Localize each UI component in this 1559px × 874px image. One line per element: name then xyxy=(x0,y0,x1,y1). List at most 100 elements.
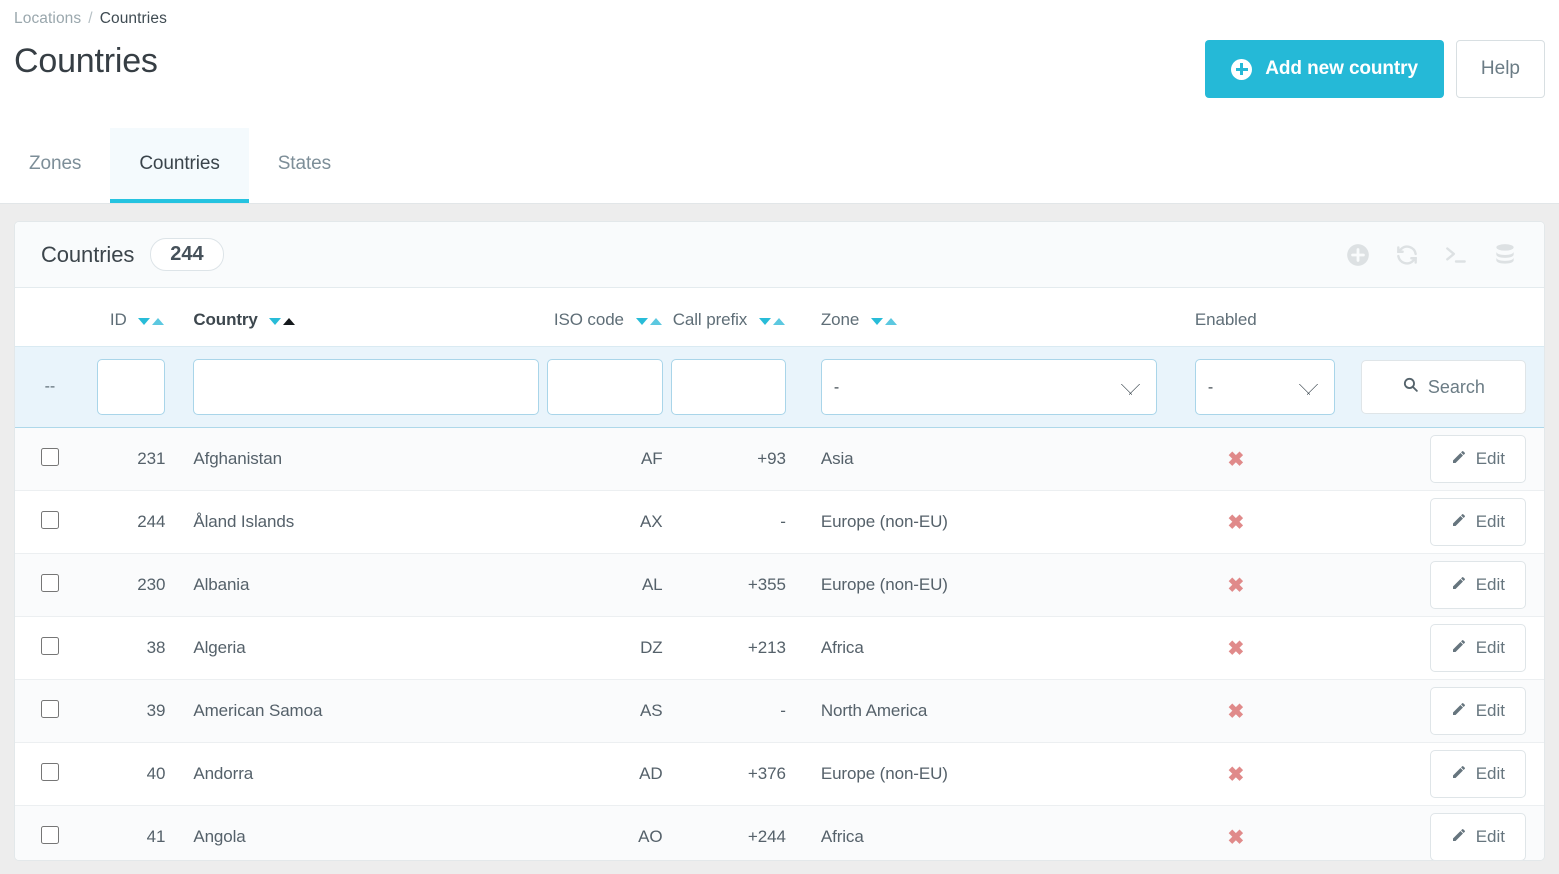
table-row[interactable]: 38 Algeria DZ +213 Africa ✖ Edit xyxy=(15,616,1544,680)
record-count-badge: 244 xyxy=(150,238,224,271)
row-id: 41 xyxy=(84,805,178,860)
filter-bulk-cell: -- xyxy=(15,346,85,428)
pencil-icon xyxy=(1451,827,1467,848)
filter-enabled-select[interactable]: - xyxy=(1194,359,1335,415)
th-zone[interactable]: Zone xyxy=(793,288,1169,347)
row-actions-cell: Edit xyxy=(1348,490,1544,554)
filter-iso-input[interactable] xyxy=(547,359,663,415)
row-select-cell xyxy=(15,805,85,860)
table-row[interactable]: 39 American Samoa AS - North America ✖ E… xyxy=(15,679,1544,743)
row-id: 244 xyxy=(84,490,178,554)
row-zone: Africa xyxy=(793,805,1169,860)
th-zone-label: Zone xyxy=(820,310,860,329)
edit-button-label: Edit xyxy=(1475,764,1505,783)
edit-button[interactable]: Edit xyxy=(1429,435,1526,483)
filter-prefix-input[interactable] xyxy=(670,359,786,415)
sort-arrows-id[interactable] xyxy=(137,310,165,330)
add-row-icon[interactable] xyxy=(1345,242,1371,268)
filter-zone-cell: - xyxy=(793,346,1169,428)
th-country[interactable]: Country xyxy=(177,288,548,347)
database-icon[interactable] xyxy=(1492,242,1518,268)
table-row[interactable]: 40 Andorra AD +376 Europe (non-EU) ✖ Edi… xyxy=(15,742,1544,806)
x-mark-icon: ✖ xyxy=(1227,763,1245,786)
refresh-icon[interactable] xyxy=(1394,242,1420,268)
sort-arrows-country[interactable] xyxy=(268,310,296,330)
row-checkbox[interactable] xyxy=(40,762,59,781)
sort-desc-icon[interactable] xyxy=(635,318,648,325)
sort-asc-icon[interactable] xyxy=(649,318,662,325)
table-row[interactable]: 231 Afghanistan AF +93 Asia ✖ Edit xyxy=(15,427,1544,491)
add-new-country-button[interactable]: Add new country xyxy=(1205,40,1444,98)
row-country: Angola xyxy=(177,805,548,860)
table-row[interactable]: 244 Åland Islands AX - Europe (non-EU) ✖… xyxy=(15,490,1544,554)
tab-zones[interactable]: Zones xyxy=(0,128,110,203)
row-id: 230 xyxy=(84,553,178,617)
sort-desc-icon[interactable] xyxy=(138,318,151,325)
th-call-prefix[interactable]: Call prefix xyxy=(670,288,794,347)
row-checkbox[interactable] xyxy=(40,825,59,844)
row-country: Afghanistan xyxy=(177,427,548,491)
sort-asc-icon[interactable] xyxy=(884,318,897,325)
edit-button[interactable]: Edit xyxy=(1429,813,1526,860)
sort-desc-icon[interactable] xyxy=(269,318,282,325)
edit-button[interactable]: Edit xyxy=(1429,687,1526,735)
row-enabled-cell[interactable]: ✖ xyxy=(1168,490,1349,554)
x-mark-icon: ✖ xyxy=(1227,700,1245,723)
page-header: Locations / Countries Countries Add new co… xyxy=(0,0,1559,128)
sort-arrows-prefix[interactable] xyxy=(758,310,786,330)
row-actions-cell: Edit xyxy=(1348,553,1544,617)
filter-id-input[interactable] xyxy=(96,359,166,415)
row-checkbox[interactable] xyxy=(40,699,59,718)
table-row[interactable]: 230 Albania AL +355 Europe (non-EU) ✖ Ed… xyxy=(15,553,1544,617)
sort-asc-icon[interactable] xyxy=(152,318,165,325)
filter-zone-select[interactable]: - xyxy=(820,359,1157,415)
sort-arrows-zone[interactable] xyxy=(870,310,898,330)
row-select-cell xyxy=(15,427,85,491)
row-call-prefix: +213 xyxy=(670,616,794,680)
filter-prefix-cell xyxy=(670,346,794,428)
row-enabled-cell[interactable]: ✖ xyxy=(1168,742,1349,806)
sort-desc-icon[interactable] xyxy=(758,318,771,325)
th-iso-code[interactable]: ISO code xyxy=(547,288,671,347)
row-enabled-cell[interactable]: ✖ xyxy=(1168,679,1349,743)
row-actions-cell: Edit xyxy=(1348,679,1544,743)
th-id[interactable]: ID xyxy=(84,288,178,347)
edit-button-label: Edit xyxy=(1475,512,1505,531)
row-enabled-cell[interactable]: ✖ xyxy=(1168,553,1349,617)
row-id: 39 xyxy=(84,679,178,743)
sort-asc-icon[interactable] xyxy=(772,318,785,325)
row-checkbox[interactable] xyxy=(40,510,59,529)
breadcrumb-parent[interactable]: Locations xyxy=(14,10,81,27)
edit-button[interactable]: Edit xyxy=(1429,750,1526,798)
search-button[interactable]: Search xyxy=(1360,360,1526,414)
console-icon[interactable] xyxy=(1443,242,1469,268)
row-zone: Europe (non-EU) xyxy=(793,742,1169,806)
th-enabled: Enabled xyxy=(1168,288,1349,347)
row-checkbox[interactable] xyxy=(40,636,59,655)
row-call-prefix: +93 xyxy=(670,427,794,491)
row-select-cell xyxy=(15,490,85,554)
row-iso-code: AX xyxy=(547,490,671,554)
row-zone: Africa xyxy=(793,616,1169,680)
row-id: 231 xyxy=(84,427,178,491)
edit-button[interactable]: Edit xyxy=(1429,561,1526,609)
row-checkbox[interactable] xyxy=(40,573,59,592)
sort-desc-icon[interactable] xyxy=(870,318,883,325)
sort-arrows-iso[interactable] xyxy=(635,310,663,330)
tab-states[interactable]: States xyxy=(249,128,360,203)
row-enabled-cell[interactable]: ✖ xyxy=(1168,805,1349,860)
countries-table: ID Country ISO code Call prefix Zone Ena… xyxy=(15,288,1544,860)
row-enabled-cell[interactable]: ✖ xyxy=(1168,616,1349,680)
table-row[interactable]: 41 Angola AO +244 Africa ✖ Edit xyxy=(15,805,1544,860)
help-button[interactable]: Help xyxy=(1455,40,1545,98)
tab-countries[interactable]: Countries xyxy=(110,128,249,203)
row-checkbox[interactable] xyxy=(40,447,59,466)
filter-country-input[interactable] xyxy=(193,359,540,415)
edit-button[interactable]: Edit xyxy=(1429,498,1526,546)
row-iso-code: AO xyxy=(547,805,671,860)
row-enabled-cell[interactable]: ✖ xyxy=(1168,427,1349,491)
edit-button[interactable]: Edit xyxy=(1429,624,1526,672)
row-select-cell xyxy=(15,742,85,806)
sort-asc-icon-active[interactable] xyxy=(283,318,296,325)
table-head: ID Country ISO code Call prefix Zone Ena… xyxy=(15,288,1544,347)
